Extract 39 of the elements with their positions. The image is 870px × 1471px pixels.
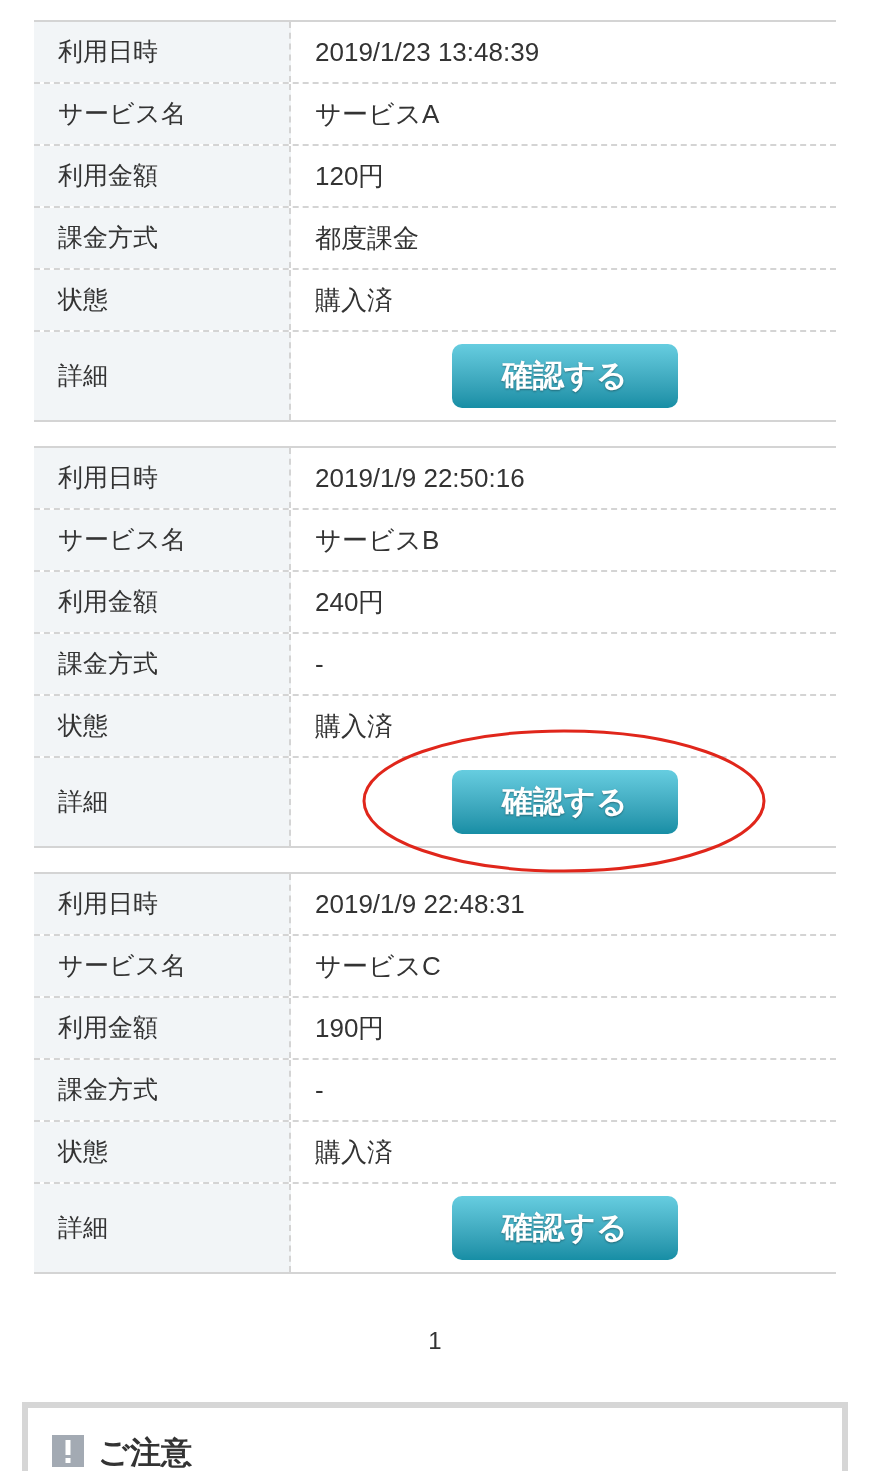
confirm-button[interactable]: 確認する [451,344,678,408]
field-label: 利用金額 [58,160,158,192]
field-label: 課金方式 [58,648,158,680]
field-label: 状態 [58,710,108,742]
field-label: サービス名 [58,950,186,982]
field-label: 利用日時 [58,888,158,920]
field-value: 購入済 [315,709,393,743]
field-label: 利用日時 [58,462,158,494]
field-label: 課金方式 [58,1074,158,1106]
warning-icon [52,1435,84,1467]
field-value: 240円 [315,585,385,619]
confirm-button[interactable]: 確認する [451,770,678,834]
field-value: 190円 [315,1011,385,1045]
field-label: 利用日時 [58,36,158,68]
field-label: 利用金額 [58,586,158,618]
field-value: 購入済 [315,283,393,317]
field-label: 状態 [58,1136,108,1168]
field-value: サービスB [315,523,440,557]
notice-title: ご注意 [98,1434,192,1471]
field-value: - [315,1073,324,1107]
field-label: サービス名 [58,98,186,130]
field-value: 2019/1/9 22:48:31 [315,887,525,921]
field-value: サービスA [315,97,440,131]
field-value: 120円 [315,159,385,193]
field-label: 状態 [58,284,108,316]
field-value: 2019/1/23 13:48:39 [315,35,540,69]
field-label: 詳細 [58,360,108,392]
field-value: - [315,647,324,681]
field-label: 課金方式 [58,222,158,254]
confirm-button[interactable]: 確認する [451,1196,678,1260]
field-value: 2019/1/9 22:50:16 [315,461,525,495]
field-value: 都度課金 [315,221,419,255]
field-label: 詳細 [58,786,108,818]
field-value: サービスC [315,949,441,983]
field-value: 購入済 [315,1135,393,1169]
field-label: 詳細 [58,1212,108,1244]
field-label: サービス名 [58,524,186,556]
field-label: 利用金額 [58,1012,158,1044]
page-link[interactable]: 1 [420,1323,450,1359]
